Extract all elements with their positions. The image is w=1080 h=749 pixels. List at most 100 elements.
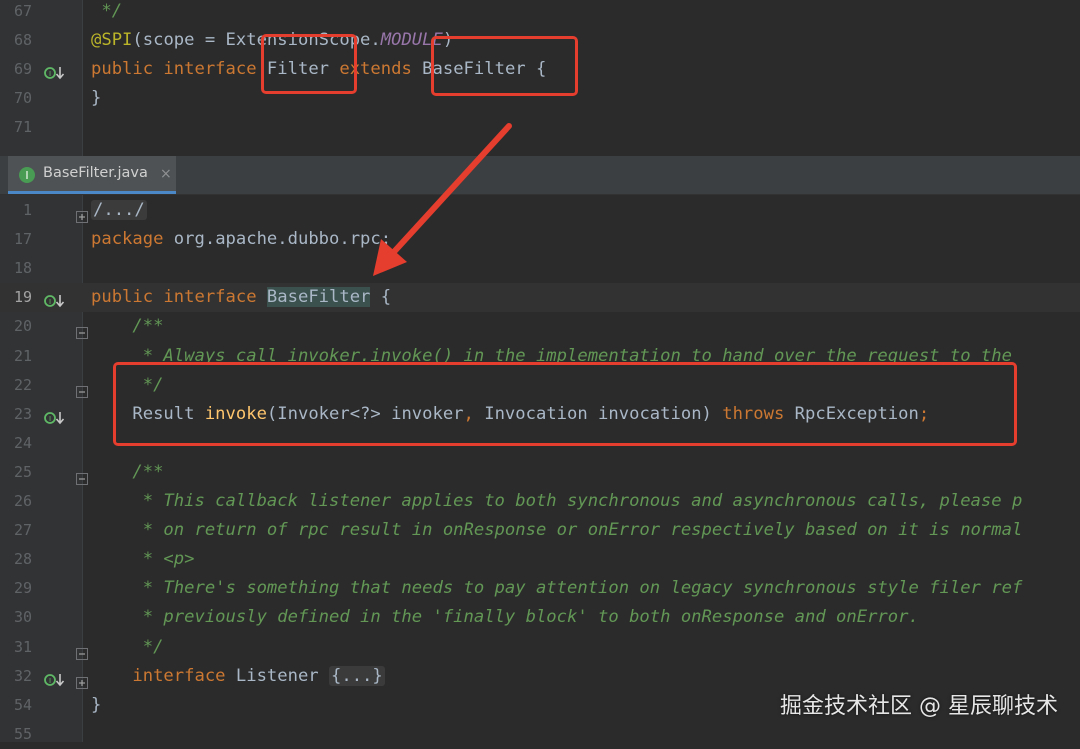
- fold-minus-icon[interactable]: [76, 379, 88, 398]
- code-line[interactable]: 31 */: [0, 633, 1080, 662]
- line-number: 21: [13, 346, 32, 365]
- line-number: 20: [13, 317, 32, 336]
- svg-text:I: I: [49, 70, 51, 78]
- interface-icon: I: [18, 166, 36, 184]
- code-token: /**: [91, 461, 164, 482]
- code-token: */: [91, 1, 123, 21]
- line-number: 71: [13, 118, 32, 136]
- line-number: 27: [13, 521, 32, 540]
- code-text[interactable]: * <p>: [91, 545, 195, 574]
- code-line[interactable]: 27 * on return of rpc result in onRespon…: [0, 516, 1080, 545]
- code-line[interactable]: 55: [0, 720, 1080, 749]
- code-line[interactable]: 71: [0, 113, 1080, 142]
- code-line[interactable]: 1 /.../: [0, 196, 1080, 225]
- line-number: 54: [13, 695, 32, 714]
- code-token: {...}: [329, 665, 385, 686]
- code-line[interactable]: 29 * There's something that needs to pay…: [0, 574, 1080, 603]
- fold-minus-icon[interactable]: [76, 466, 88, 485]
- code-line[interactable]: 26 * This callback listener applies to b…: [0, 487, 1080, 516]
- code-token: */: [91, 636, 164, 657]
- code-token: * on return of rpc result in onResponse …: [91, 520, 1023, 541]
- implemented-marker-icon[interactable]: I: [44, 290, 66, 308]
- code-token: * This callback listener applies to both…: [91, 491, 1023, 511]
- tab-basefilter-java[interactable]: I BaseFilter.java ×: [8, 156, 176, 194]
- line-number: 22: [13, 375, 32, 394]
- fold-plus-icon[interactable]: [76, 670, 88, 689]
- code-line[interactable]: 67 */: [0, 0, 1080, 26]
- watermark: 掘金技术社区 @ 星辰聊技术: [780, 694, 1058, 719]
- line-number: 30: [13, 608, 32, 627]
- code-token: * previously defined in the 'finally blo…: [91, 607, 919, 628]
- code-text[interactable]: interface Listener {...}: [91, 662, 385, 691]
- code-token: @SPI: [91, 30, 133, 50]
- editor-pane-basefilter[interactable]: 1 /.../ 17 package org.apache.dubbo.rpc; 18 1…: [0, 195, 1080, 743]
- code-token: /**: [91, 316, 164, 337]
- line-number: 25: [13, 462, 32, 481]
- code-token: }: [91, 88, 102, 108]
- code-token: /.../: [91, 200, 147, 220]
- line-number: 32: [13, 666, 32, 685]
- close-icon[interactable]: ×: [160, 166, 172, 182]
- highlight-box-invoke-method: [113, 362, 1017, 446]
- code-token: {: [370, 287, 392, 308]
- code-text[interactable]: /**: [91, 458, 163, 487]
- code-line[interactable]: 17 package org.apache.dubbo.rpc;: [0, 225, 1080, 254]
- code-text[interactable]: }: [91, 691, 101, 720]
- code-text[interactable]: public interface BaseFilter {: [91, 283, 391, 312]
- line-number: 23: [13, 404, 32, 423]
- line-number: 24: [13, 433, 32, 452]
- line-number: 55: [13, 724, 32, 743]
- code-line[interactable]: 18: [0, 254, 1080, 283]
- fold-minus-icon[interactable]: [76, 320, 88, 340]
- code-text[interactable]: }: [91, 84, 101, 113]
- code-text[interactable]: */: [91, 0, 122, 26]
- line-number: 18: [13, 259, 32, 278]
- highlight-box-basefilter: [431, 36, 578, 96]
- code-token: org.apache.dubbo.rpc;: [173, 229, 392, 250]
- code-text[interactable]: /.../: [91, 196, 147, 225]
- code-token: * There's something that needs to pay at…: [91, 578, 1023, 599]
- line-number: 19: [13, 288, 32, 307]
- highlight-box-filter: [261, 34, 357, 94]
- code-text[interactable]: * This callback listener applies to both…: [91, 487, 1023, 516]
- code-line[interactable]: 32 I interface Listener {...}: [0, 662, 1080, 691]
- tab-label: BaseFilter.java: [43, 165, 148, 181]
- line-number: 17: [13, 230, 32, 249]
- implemented-marker-icon[interactable]: I: [44, 407, 66, 424]
- code-token: * <p>: [91, 549, 195, 570]
- svg-text:I: I: [25, 169, 28, 182]
- svg-text:I: I: [49, 677, 51, 685]
- implemented-marker-icon[interactable]: I: [44, 669, 66, 686]
- code-token: package: [91, 229, 174, 250]
- svg-text:I: I: [49, 298, 51, 306]
- code-token: interface: [91, 665, 236, 686]
- code-text[interactable]: * on return of rpc result in onResponse …: [91, 516, 1023, 545]
- code-text[interactable]: * previously defined in the 'finally blo…: [91, 603, 919, 632]
- fold-plus-icon[interactable]: [76, 204, 88, 223]
- fold-minus-icon[interactable]: [76, 641, 88, 660]
- code-token: public interface: [91, 59, 267, 79]
- code-text[interactable]: */: [91, 633, 164, 662]
- code-line[interactable]: 28 * <p>: [0, 545, 1080, 574]
- line-number: 28: [13, 550, 32, 569]
- code-token: BaseFilter: [266, 287, 371, 308]
- code-text[interactable]: package org.apache.dubbo.rpc;: [91, 225, 391, 254]
- line-number: 69: [13, 60, 32, 78]
- code-line[interactable]: 19 Ipublic interface BaseFilter {: [0, 283, 1080, 313]
- implementation-marker-icon[interactable]: I: [44, 62, 66, 80]
- line-number: 68: [13, 31, 32, 49]
- line-number: 26: [13, 492, 32, 510]
- code-line[interactable]: 30 * previously defined in the 'finally …: [0, 603, 1080, 632]
- line-number: 31: [13, 637, 32, 656]
- code-text[interactable]: * There's something that needs to pay at…: [91, 574, 1023, 603]
- code-line[interactable]: 20 /**: [0, 312, 1080, 341]
- line-number: 29: [13, 579, 32, 598]
- code-token: }: [91, 694, 102, 715]
- svg-text:I: I: [49, 415, 51, 423]
- code-line[interactable]: 25 /**: [0, 458, 1080, 487]
- code-token: public interface: [91, 287, 267, 308]
- code-text[interactable]: /**: [91, 312, 163, 341]
- code-token: Listener: [235, 665, 330, 686]
- line-number: 1: [22, 201, 32, 219]
- line-number: 70: [13, 89, 32, 107]
